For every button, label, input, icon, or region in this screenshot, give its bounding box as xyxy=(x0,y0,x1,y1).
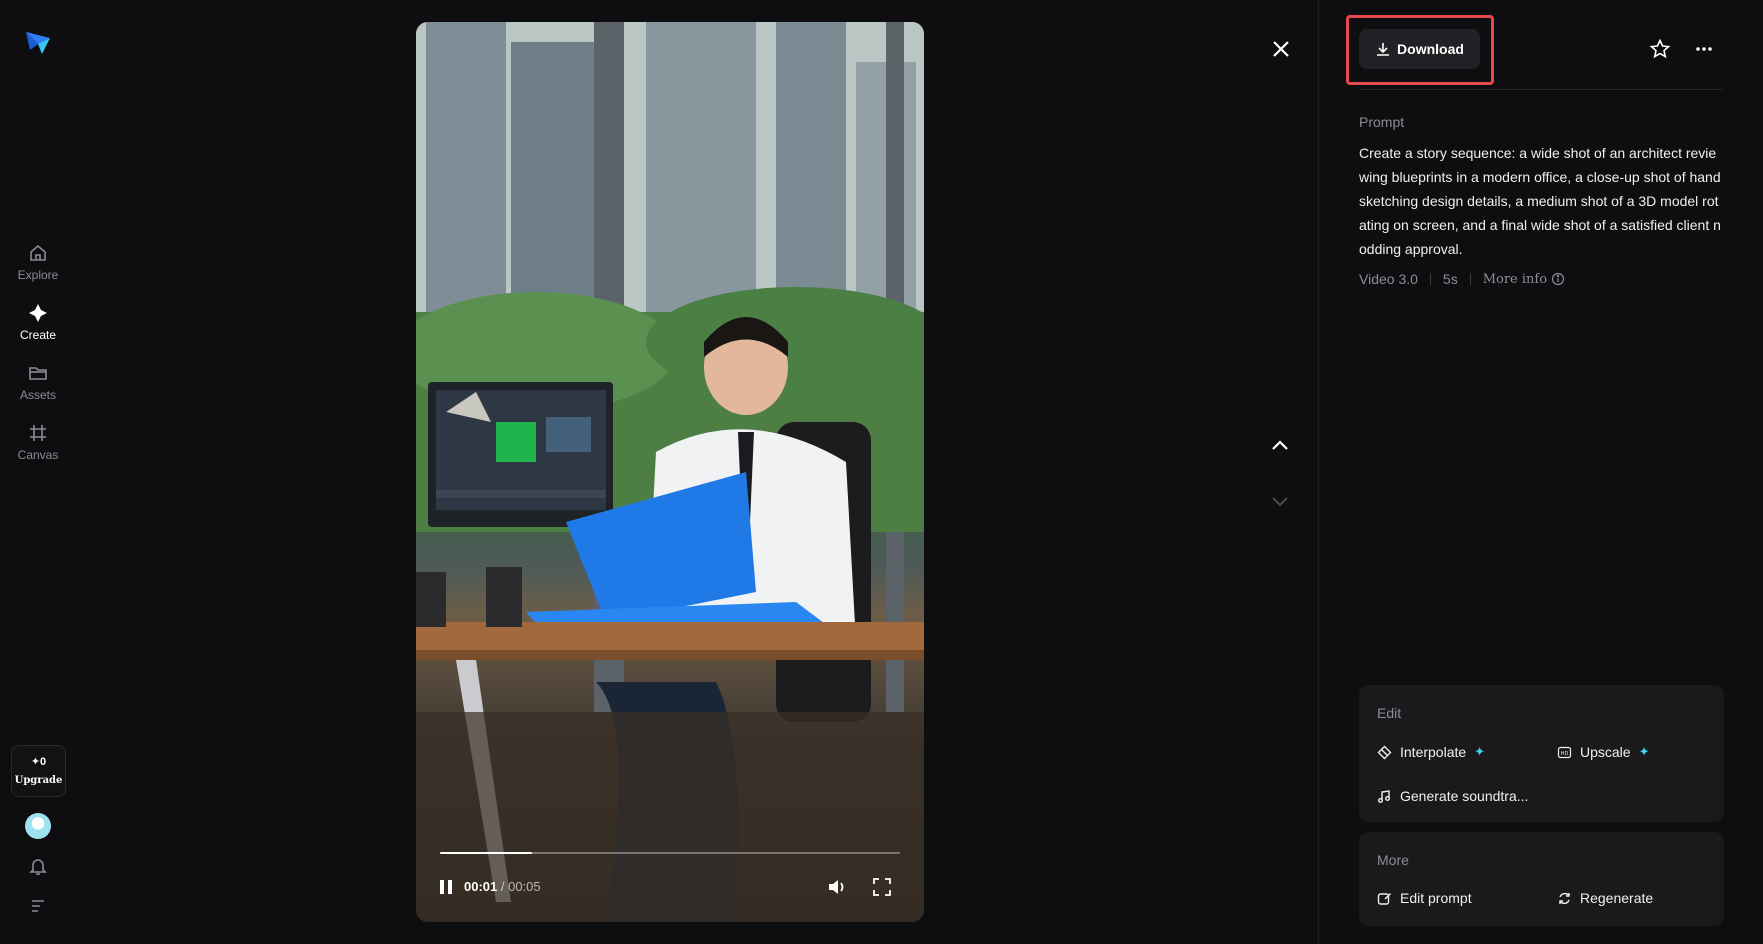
more-info-label: More info xyxy=(1482,271,1548,287)
panel-divider xyxy=(1318,0,1319,944)
regenerate-label: Regenerate xyxy=(1580,890,1654,906)
meta-divider xyxy=(1469,273,1471,285)
interpolate-label: Interpolate xyxy=(1400,744,1467,760)
more-options-icon[interactable] xyxy=(1693,38,1715,60)
video-progress-fill xyxy=(440,852,532,854)
menu-icon[interactable] xyxy=(29,897,47,915)
bell-icon[interactable] xyxy=(27,855,49,877)
volume-icon[interactable] xyxy=(826,876,848,898)
nav-canvas[interactable]: Canvas xyxy=(0,422,76,462)
edit-card-title: Edit xyxy=(1377,705,1402,721)
prompt-label: Prompt xyxy=(1359,114,1405,130)
current-time: 00:01 xyxy=(464,879,498,894)
meta-divider xyxy=(1429,273,1431,285)
credits-count: ✦0 xyxy=(30,756,47,768)
music-note-icon xyxy=(1378,789,1390,803)
video-player[interactable]: 00:01 / 00:05 xyxy=(416,22,924,922)
nav-explore-label: Explore xyxy=(17,268,59,282)
video-controls: 00:01 / 00:05 xyxy=(436,874,904,900)
folder-icon xyxy=(29,367,47,380)
canvas-icon xyxy=(30,425,46,441)
prompt-text: Create a story sequence: a wide shot of … xyxy=(1359,145,1721,257)
nav-create[interactable]: Create xyxy=(0,302,76,342)
premium-sparkle-icon: ✦ xyxy=(1638,744,1650,759)
close-icon[interactable] xyxy=(1270,38,1292,60)
video-length: 5s xyxy=(1442,271,1458,287)
hd-icon: HD xyxy=(1557,746,1572,758)
pause-icon[interactable] xyxy=(438,878,454,896)
video-progress-bar[interactable] xyxy=(440,852,900,854)
upgrade-label: Upgrade xyxy=(14,775,63,786)
info-icon xyxy=(1551,272,1565,286)
download-icon xyxy=(1377,43,1390,56)
upscale-button[interactable]: HD Upscale ✦ xyxy=(1557,744,1650,760)
interpolate-button[interactable]: Interpolate ✦ xyxy=(1377,744,1485,760)
edit-prompt-label: Edit prompt xyxy=(1400,890,1472,906)
download-label: Download xyxy=(1397,41,1464,57)
fullscreen-icon[interactable] xyxy=(872,877,892,897)
regenerate-icon xyxy=(1559,892,1570,904)
nav-explore[interactable]: Explore xyxy=(0,242,76,282)
regenerate-button[interactable]: Regenerate xyxy=(1557,890,1653,906)
generate-soundtrack-button[interactable]: Generate soundtra... xyxy=(1377,788,1528,804)
star-icon[interactable] xyxy=(1649,38,1671,60)
video-time: 00:01 / 00:05 xyxy=(464,879,541,894)
video-frame xyxy=(416,22,924,922)
chevron-up-icon[interactable] xyxy=(1269,434,1291,456)
svg-text:HD: HD xyxy=(1561,751,1569,757)
generation-meta: Video 3.0 5s More info xyxy=(1359,271,1565,287)
left-sidebar: Explore Create Assets Canvas ✦0 Upgrade xyxy=(0,0,76,944)
download-button[interactable]: Download xyxy=(1359,29,1480,69)
interpolate-icon xyxy=(1377,745,1392,759)
nav-assets-label: Assets xyxy=(19,388,56,402)
sparkle-icon xyxy=(29,304,47,322)
generate-soundtrack-label: Generate soundtra... xyxy=(1400,788,1529,804)
edit-prompt-icon xyxy=(1377,892,1391,905)
edit-prompt-button[interactable]: Edit prompt xyxy=(1377,890,1472,906)
nav-create-label: Create xyxy=(19,328,57,342)
edit-card: Edit Interpolate ✦ HD Upscale ✦ Generate… xyxy=(1359,685,1724,822)
home-icon xyxy=(30,244,46,261)
premium-sparkle-icon: ✦ xyxy=(1474,744,1486,759)
model-version: Video 3.0 xyxy=(1359,271,1418,287)
app-logo-icon[interactable] xyxy=(24,28,52,56)
avatar[interactable] xyxy=(25,813,51,839)
more-card: More Edit prompt Regenerate xyxy=(1359,832,1724,926)
nav-assets[interactable]: Assets xyxy=(0,362,76,402)
upscale-label: Upscale xyxy=(1580,744,1631,760)
more-info-link[interactable]: More info xyxy=(1483,272,1565,287)
nav-canvas-label: Canvas xyxy=(17,448,59,462)
total-duration: / 00:05 xyxy=(500,879,541,894)
panel-separator xyxy=(1359,89,1723,90)
chevron-down-icon[interactable] xyxy=(1269,490,1291,512)
upgrade-button[interactable]: ✦0 Upgrade xyxy=(11,745,66,797)
more-card-title: More xyxy=(1377,852,1409,868)
